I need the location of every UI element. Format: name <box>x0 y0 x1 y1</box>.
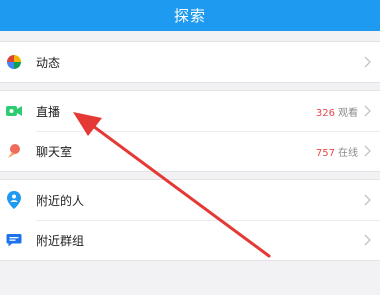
list-item-label: 动态 <box>36 55 61 70</box>
page-title: 探索 <box>173 7 206 25</box>
page-header: 探索 <box>0 0 380 31</box>
location-pin-icon <box>5 191 23 209</box>
chevron-right-icon <box>364 56 371 68</box>
ice-cream-icon <box>5 142 23 160</box>
list-item-label: 附近群组 <box>36 233 85 248</box>
list-item-chatroom[interactable]: 聊天室 757 在线 <box>0 131 380 171</box>
group-live: 直播 326 观看 聊天室 757 在线 <box>0 90 380 172</box>
online-count: 757 在线 <box>316 144 358 159</box>
chevron-right-icon <box>364 194 371 206</box>
chevron-right-icon <box>364 105 371 117</box>
group-nearby: 附近的人 附近群组 <box>0 179 380 261</box>
list-item-label: 附近的人 <box>36 193 85 208</box>
list-item-label: 直播 <box>36 104 61 119</box>
list-item-moments[interactable]: 动态 <box>0 42 380 82</box>
chat-bubble-icon <box>5 231 23 249</box>
list-item-live[interactable]: 直播 326 观看 <box>0 91 380 131</box>
viewer-count: 326 观看 <box>316 104 358 119</box>
chevron-right-icon <box>364 234 371 246</box>
list-item-nearby-groups[interactable]: 附近群组 <box>0 220 380 260</box>
count-value: 326 <box>315 107 335 119</box>
video-camera-icon <box>5 102 23 120</box>
list-item-label: 聊天室 <box>36 144 73 159</box>
count-suffix: 在线 <box>338 147 358 159</box>
chevron-right-icon <box>364 145 371 157</box>
group-moments: 动态 <box>0 41 380 83</box>
pinwheel-icon <box>5 53 23 71</box>
count-value: 757 <box>315 147 335 159</box>
list-item-nearby-people[interactable]: 附近的人 <box>0 180 380 220</box>
count-suffix: 观看 <box>338 107 358 119</box>
